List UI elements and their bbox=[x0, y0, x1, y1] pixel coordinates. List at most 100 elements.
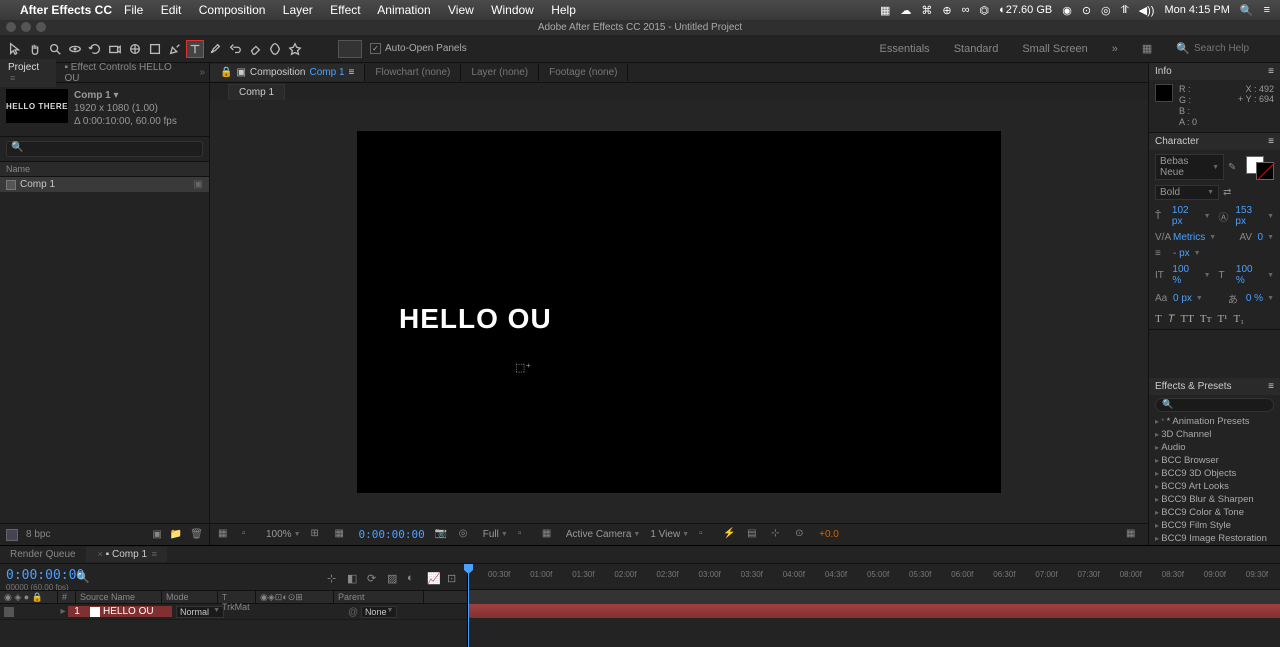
cat-bcc9-blur[interactable]: BCC9 Blur & Sharpen bbox=[1149, 493, 1280, 506]
comp-mini-flowchart-icon[interactable]: ⊹ bbox=[327, 572, 341, 586]
folder-icon[interactable]: ▣ bbox=[194, 179, 203, 190]
faux-bold-button[interactable]: T bbox=[1155, 313, 1162, 325]
minimize-window-button[interactable] bbox=[21, 22, 31, 32]
close-window-button[interactable] bbox=[6, 22, 16, 32]
workspace-essentials[interactable]: Essentials bbox=[880, 43, 930, 55]
fill-stroke-swatch[interactable] bbox=[1246, 156, 1274, 178]
status-icon[interactable]: ▦ bbox=[880, 4, 890, 17]
resolution-icon[interactable]: ⊞ bbox=[311, 528, 325, 542]
auto-open-panels-check[interactable]: ✓Auto-Open Panels bbox=[370, 43, 467, 54]
workspace-small[interactable]: Small Screen bbox=[1022, 43, 1087, 55]
zoom-window-button[interactable] bbox=[36, 22, 46, 32]
wifi-icon[interactable]: ⥣ bbox=[1121, 4, 1129, 17]
cat-audio[interactable]: Audio bbox=[1149, 441, 1280, 454]
resolution-dropdown[interactable]: Full▼ bbox=[483, 529, 508, 540]
new-folder-icon[interactable]: 📁 bbox=[170, 529, 182, 540]
tab-layer[interactable]: Layer (none) bbox=[461, 64, 539, 81]
info-panel-title[interactable]: Info bbox=[1155, 66, 1172, 77]
timeline-timecode[interactable]: 0:00:00:00 bbox=[6, 568, 70, 583]
pixel-aspect-icon[interactable]: ▫ bbox=[699, 528, 713, 542]
snapshot-icon[interactable]: 📷 bbox=[435, 528, 449, 542]
allcaps-button[interactable]: TT bbox=[1180, 313, 1193, 325]
layer-duration-bar[interactable] bbox=[468, 604, 1280, 618]
graph-icon[interactable]: 📈 bbox=[427, 572, 441, 586]
effects-search-input[interactable]: 🔍 bbox=[1155, 398, 1274, 412]
composition-canvas[interactable]: HELLO OU ⬚⁺ bbox=[357, 131, 1001, 493]
menu-file[interactable]: File bbox=[124, 3, 143, 17]
menubar-icon[interactable]: ◎ bbox=[1101, 4, 1111, 17]
bpc-swatch[interactable] bbox=[6, 529, 18, 541]
timeline-track-area[interactable]: 00:30f01:00f01:30f02:00f02:30f03:00f03:3… bbox=[468, 564, 1280, 647]
menu-composition[interactable]: Composition bbox=[199, 3, 266, 17]
swap-colors-icon[interactable]: ⇄ bbox=[1223, 187, 1237, 198]
camera-tool[interactable] bbox=[106, 40, 124, 58]
brush-tool[interactable] bbox=[206, 40, 224, 58]
eraser-tool[interactable] bbox=[246, 40, 264, 58]
comp-thumbnail[interactable]: HELLO THERE bbox=[6, 89, 68, 123]
effects-panel-title[interactable]: Effects & Presets bbox=[1155, 381, 1232, 392]
viewer-options-icon[interactable]: ▦ bbox=[1126, 528, 1140, 542]
tab-footage[interactable]: Footage (none) bbox=[539, 64, 628, 81]
time-ruler[interactable]: 00:30f01:00f01:30f02:00f02:30f03:00f03:3… bbox=[468, 564, 1280, 590]
cat-bcc9-color[interactable]: BCC9 Color & Tone bbox=[1149, 506, 1280, 519]
orbit-tool[interactable] bbox=[66, 40, 84, 58]
hscale-value[interactable]: 100 % bbox=[1236, 264, 1263, 286]
menu-help[interactable]: Help bbox=[551, 3, 576, 17]
search-help[interactable]: 🔍 bbox=[1176, 42, 1274, 55]
parent-dropdown[interactable]: None▼ bbox=[361, 606, 397, 618]
exposure-value[interactable]: +0.0 bbox=[819, 529, 839, 540]
reset-exposure-icon[interactable]: ⊙ bbox=[795, 528, 809, 542]
text-layer-hello[interactable]: HELLO OU bbox=[399, 303, 552, 335]
menubar-icon[interactable]: ◉ bbox=[1062, 4, 1072, 17]
panel-overflow[interactable]: » bbox=[195, 67, 209, 78]
camera-dropdown[interactable]: Active Camera▼ bbox=[566, 529, 641, 540]
type-tool[interactable] bbox=[186, 40, 204, 58]
app-name[interactable]: After Effects CC bbox=[20, 3, 112, 17]
puppet-tool[interactable] bbox=[286, 40, 304, 58]
zoom-dropdown[interactable]: 100%▼ bbox=[266, 529, 301, 540]
twirl-icon[interactable]: ▸ bbox=[58, 606, 68, 617]
brainstorm-icon[interactable]: ⊡ bbox=[447, 572, 461, 586]
baseline-value[interactable]: 0 px bbox=[1173, 293, 1192, 304]
workspace-menu[interactable]: ▦ bbox=[1142, 42, 1152, 55]
cat-bcc9-film[interactable]: BCC9 Film Style bbox=[1149, 519, 1280, 532]
menu-icon[interactable]: ≡ bbox=[1264, 4, 1270, 16]
disk-indicator[interactable]: ◐ 27.60 GB bbox=[999, 4, 1052, 16]
kerning-value[interactable]: Metrics bbox=[1173, 232, 1205, 243]
cat-bcc9-image[interactable]: BCC9 Image Restoration bbox=[1149, 532, 1280, 545]
menu-layer[interactable]: Layer bbox=[283, 3, 313, 17]
cat-bcc9-3d[interactable]: BCC9 3D Objects bbox=[1149, 467, 1280, 480]
font-size-value[interactable]: 102 px bbox=[1172, 205, 1200, 227]
cat-3d-channel[interactable]: 3D Channel bbox=[1149, 428, 1280, 441]
cat-bcc-browser[interactable]: BCC Browser bbox=[1149, 454, 1280, 467]
frame-blend-icon[interactable]: ▨ bbox=[387, 572, 401, 586]
new-comp-icon[interactable]: ▣ bbox=[152, 529, 161, 540]
workspace-overflow[interactable]: » bbox=[1112, 43, 1118, 55]
menu-window[interactable]: Window bbox=[491, 3, 534, 17]
menu-edit[interactable]: Edit bbox=[161, 3, 182, 17]
menubar-icon[interactable]: ⌘ bbox=[921, 4, 932, 17]
clone-tool[interactable] bbox=[226, 40, 244, 58]
current-time-indicator[interactable] bbox=[468, 564, 469, 647]
cloud-icon[interactable]: ☁ bbox=[900, 4, 911, 17]
workspace-standard[interactable]: Standard bbox=[954, 43, 999, 55]
views-dropdown[interactable]: 1 View▼ bbox=[650, 529, 689, 540]
magnification-icon[interactable]: ▫ bbox=[242, 528, 256, 542]
comp-subtab[interactable]: Comp 1 bbox=[228, 84, 285, 100]
zoom-tool[interactable] bbox=[46, 40, 64, 58]
flowchart-icon[interactable]: ⊹ bbox=[771, 528, 785, 542]
smallcaps-button[interactable]: Tᴛ bbox=[1200, 313, 1212, 325]
hand-tool[interactable] bbox=[26, 40, 44, 58]
show-snapshot-icon[interactable]: ◎ bbox=[459, 528, 473, 542]
project-list[interactable]: Comp 1 ▣ bbox=[0, 177, 209, 523]
roi-icon[interactable]: ▫ bbox=[518, 528, 532, 542]
blend-mode-dropdown[interactable]: Normal▼ bbox=[176, 606, 224, 618]
menu-animation[interactable]: Animation bbox=[377, 3, 430, 17]
menubar-icon[interactable]: ∞ bbox=[962, 4, 970, 16]
tsume-value[interactable]: 0 % bbox=[1246, 293, 1263, 304]
menubar-icon[interactable]: ⏣ bbox=[979, 4, 989, 17]
menu-effect[interactable]: Effect bbox=[330, 3, 360, 17]
menubar-icon[interactable]: ⊕ bbox=[942, 4, 951, 17]
current-time[interactable]: 0:00:00:00 bbox=[359, 528, 425, 541]
trash-icon[interactable]: 🗑 bbox=[190, 529, 203, 540]
